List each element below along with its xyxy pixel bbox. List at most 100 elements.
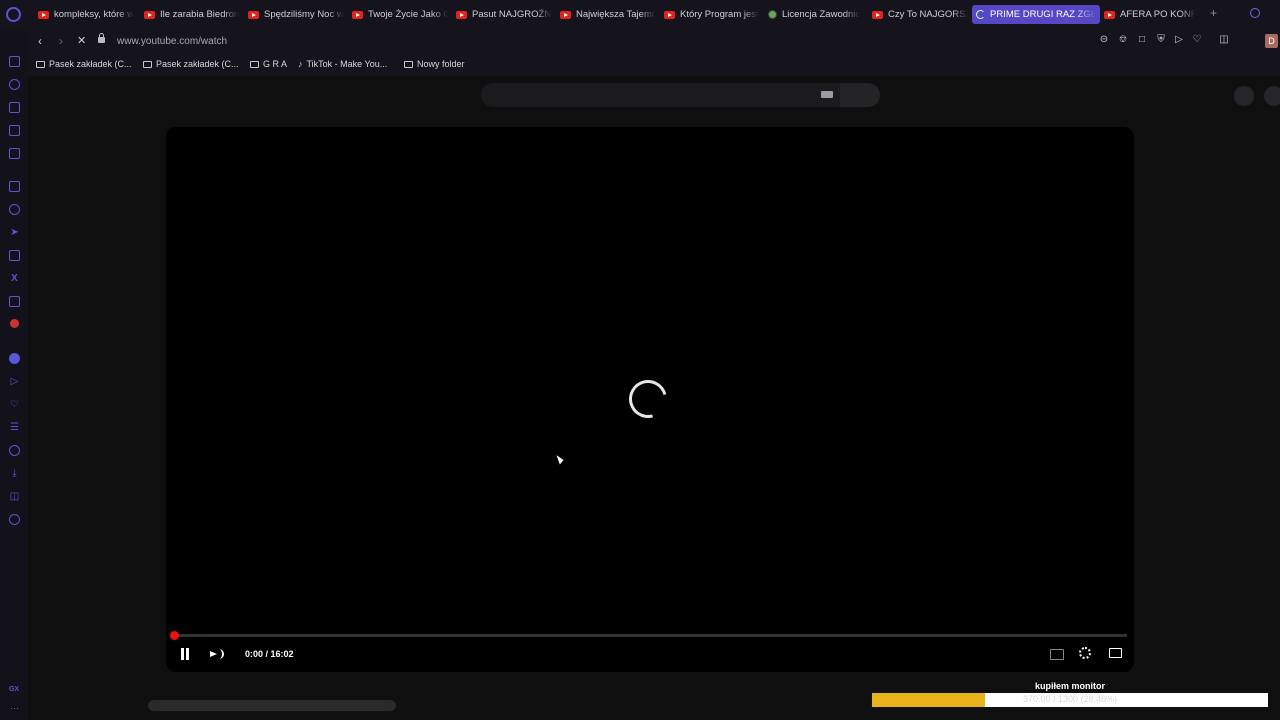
tab-label: Który Program jest: [680, 9, 759, 20]
tab-label: Największa Tajemn: [576, 9, 656, 20]
settings-gear-icon[interactable]: [1079, 647, 1091, 659]
sidebar-twitch-icon[interactable]: [9, 181, 20, 192]
search-button[interactable]: [840, 83, 880, 107]
tab-10[interactable]: AFERA PO KONFER: [1100, 5, 1200, 24]
sidebar-gaming-icon[interactable]: [9, 125, 20, 136]
sidebar-heart-icon[interactable]: ♡: [9, 399, 20, 410]
sidebar: ➤ X ▷ ♡ ☰ ⤓ ◫ GX ⋯: [0, 29, 28, 720]
tab-0[interactable]: kompleksy, które w: [34, 5, 140, 24]
sidebar-more-icon[interactable]: ⋯: [9, 703, 20, 714]
tab-1[interactable]: Ile zarabia Biedron: [140, 5, 244, 24]
tab-4[interactable]: Pasut NAJGROŹNI: [452, 5, 556, 24]
volume-icon[interactable]: [210, 647, 224, 661]
goal-progress-text: 370.00 / 1300 (28.46%): [1022, 694, 1118, 704]
bookmark-label: Pasek zakładek (C...: [49, 59, 132, 69]
folder-icon: [143, 60, 152, 68]
video-title-placeholder: [148, 700, 396, 711]
sidebar-gx-label: GX: [8, 686, 20, 693]
zoom-icon[interactable]: ⊝: [1099, 35, 1109, 45]
tab-label: PRIME DRUGI RAZ ZGŁOS: [990, 9, 1096, 20]
bookmarks-bar: Pasek zakładek (C... Pasek zakładek (C...…: [28, 54, 1280, 76]
tab-bar: kompleksy, które w Ile zarabia Biedron Spę…: [0, 0, 1280, 29]
new-tab-plus-icon[interactable]: +: [1210, 6, 1217, 20]
sidebar-history-icon[interactable]: [9, 445, 20, 456]
sidebar-settings-icon[interactable]: [9, 514, 20, 525]
tab-label: Ile zarabia Biedron: [160, 9, 240, 20]
bookmark-item[interactable]: Nowy folder: [404, 59, 465, 69]
account-avatar[interactable]: [1264, 86, 1280, 106]
extensions-icon[interactable]: ◫: [1219, 35, 1229, 45]
notifications-icon[interactable]: [1234, 86, 1254, 106]
loading-icon: [976, 10, 985, 19]
youtube-icon: [560, 10, 571, 19]
youtube-icon: [872, 10, 883, 19]
subtitles-icon[interactable]: [1050, 649, 1064, 660]
sidebar-news-icon[interactable]: [9, 148, 20, 159]
progress-bar[interactable]: [173, 634, 1127, 637]
sidebar-gx-corner-icon[interactable]: [9, 56, 20, 67]
sidebar-discord-icon[interactable]: [9, 296, 20, 307]
profile-avatar[interactable]: D: [1265, 34, 1278, 48]
tab-7[interactable]: Licencja Zawodnic: [764, 5, 868, 24]
youtube-icon: [664, 10, 675, 19]
sidebar-instagram-icon[interactable]: [9, 250, 20, 261]
tab-strip: kompleksy, które w Ile zarabia Biedron Spę…: [34, 5, 1200, 24]
tab-5[interactable]: Największa Tajemn: [556, 5, 660, 24]
snapshot-icon[interactable]: □: [1137, 35, 1147, 45]
youtube-icon: [456, 10, 467, 19]
tab-6[interactable]: Który Program jest: [660, 5, 764, 24]
tab-2[interactable]: Spędziliśmy Noc w: [244, 5, 348, 24]
tab-label: kompleksy, które w: [54, 9, 135, 20]
lock-icon[interactable]: [98, 33, 105, 43]
tab-label: AFERA PO KONFER: [1120, 9, 1196, 20]
tab-3[interactable]: Twoje Życie Jako C: [348, 5, 452, 24]
bookmark-item[interactable]: Pasek zakładek (C...: [36, 59, 132, 69]
sidebar-cleaner-icon[interactable]: [9, 102, 20, 113]
sidebar-telegram-icon[interactable]: ➤: [9, 227, 20, 238]
youtube-icon: [38, 10, 49, 19]
search-input[interactable]: [481, 83, 841, 107]
youtube-icon: [1104, 10, 1115, 19]
tab-9[interactable]: PRIME DRUGI RAZ ZGŁOS: [972, 5, 1100, 24]
theater-mode-icon[interactable]: [1109, 648, 1122, 658]
play-icon[interactable]: ▷: [1174, 35, 1184, 45]
sidebar-player-icon[interactable]: ▷: [9, 376, 20, 387]
sidebar-gx-control-icon[interactable]: [9, 79, 20, 90]
forward-arrow-icon[interactable]: ›: [59, 34, 63, 48]
url-field[interactable]: www.youtube.com/watch: [117, 36, 227, 47]
pause-icon[interactable]: [180, 648, 190, 660]
pin-icon[interactable]: ⎊: [1118, 35, 1128, 45]
address-bar: ‹ › ✕ www.youtube.com/watch ⊝ ⎊ □ ⛨ ▷ ♡ …: [28, 29, 1280, 54]
tab-label: Spędziliśmy Noc w: [264, 9, 344, 20]
progress-scrubber[interactable]: [170, 631, 179, 640]
folder-icon: [404, 60, 413, 68]
sidebar-x-icon[interactable]: X: [9, 273, 20, 284]
video-player[interactable]: 0:00 / 16:02: [166, 127, 1134, 672]
sidebar-tabs-icon[interactable]: ☰: [9, 422, 20, 433]
bookmark-item[interactable]: G R A: [250, 59, 287, 69]
tiktok-icon: ♪: [298, 59, 303, 69]
sidebar-spotify-icon[interactable]: [9, 353, 20, 364]
youtube-icon: [352, 10, 363, 19]
mouse-cursor-icon: [556, 453, 565, 465]
bookmark-item[interactable]: ♪ TikTok - Make You...: [298, 59, 387, 69]
folder-icon: [250, 60, 259, 68]
youtube-icon: [248, 10, 259, 19]
opera-logo-icon[interactable]: [6, 7, 21, 22]
bookmark-item[interactable]: Pasek zakładek (C...: [143, 59, 239, 69]
sidebar-vk-icon[interactable]: [10, 319, 19, 328]
shield-icon[interactable]: ⛨: [1156, 35, 1166, 45]
heart-icon[interactable]: ♡: [1192, 35, 1202, 45]
youtube-page: 0:00 / 16:02: [28, 76, 1280, 720]
youtube-icon: [144, 10, 155, 19]
stop-loading-icon[interactable]: ✕: [77, 34, 86, 47]
sidebar-messenger-icon[interactable]: [9, 204, 20, 215]
folder-icon: [36, 60, 45, 68]
tab-search-icon[interactable]: [1250, 8, 1260, 18]
tab-8[interactable]: Czy To NAJGORSZ: [868, 5, 972, 24]
back-arrow-icon[interactable]: ‹: [38, 34, 42, 48]
sidebar-extensions-icon[interactable]: ◫: [9, 491, 20, 502]
sidebar-download-icon[interactable]: ⤓: [9, 468, 20, 479]
goal-title: kupiłem monitor: [1035, 681, 1106, 691]
keyboard-icon[interactable]: [821, 91, 833, 98]
